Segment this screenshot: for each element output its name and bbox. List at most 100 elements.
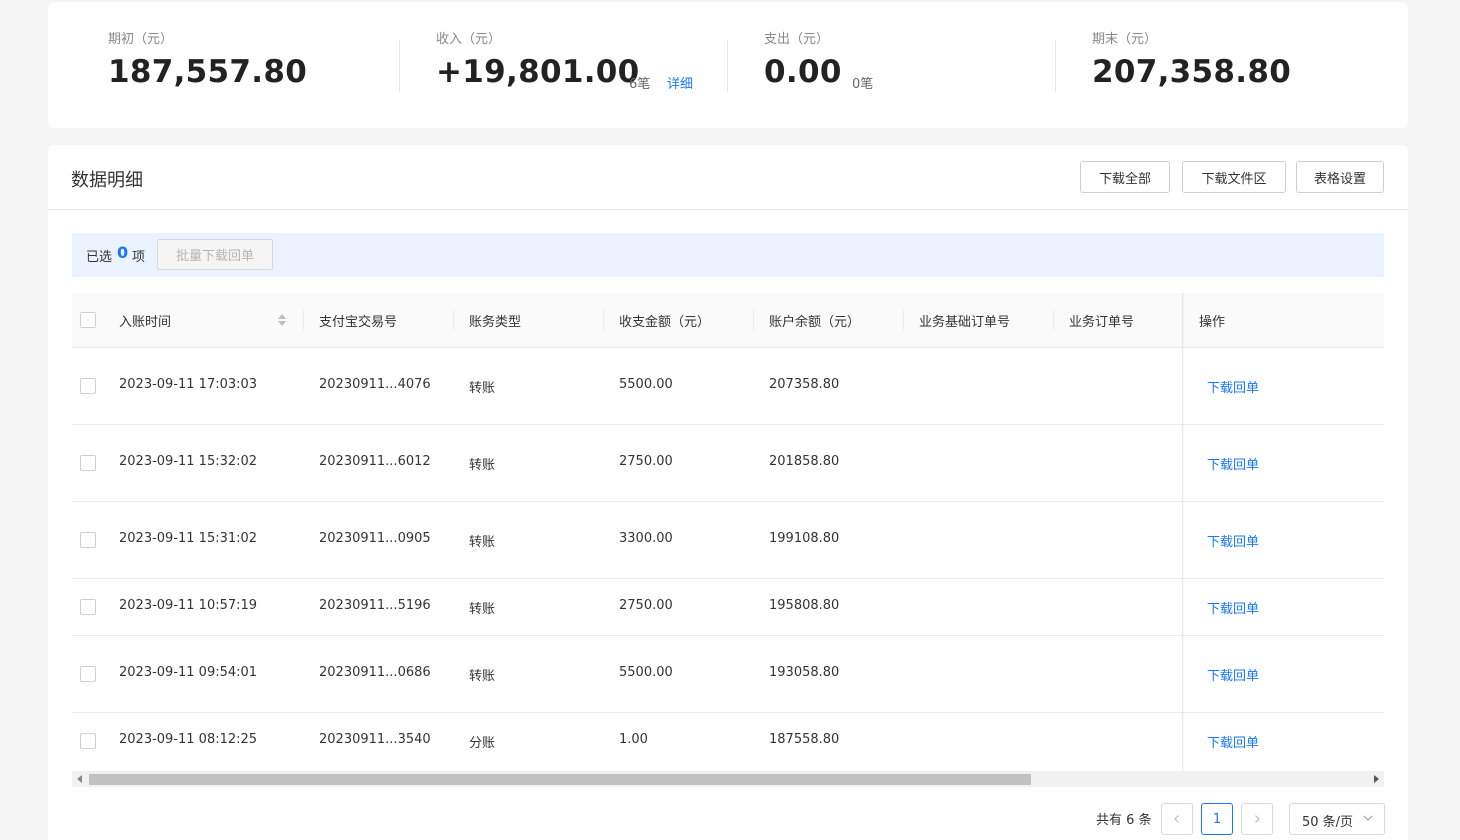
column-separator	[453, 309, 454, 331]
table-row: 2023-09-11 08:12:25 20230911...3540 分账 1…	[72, 713, 1384, 771]
column-header: 操作	[1199, 315, 1226, 330]
column-separator	[303, 309, 304, 331]
row-checkbox[interactable]	[80, 666, 96, 682]
divider	[1055, 40, 1056, 92]
download-receipt-link[interactable]: 下载回单	[1207, 598, 1259, 617]
cell-trade-no: 20230911...6012	[319, 454, 431, 469]
cell-trade-no: 20230911...3540	[319, 732, 431, 747]
cell-trade-no: 20230911...4076	[319, 377, 431, 392]
selection-count: 0	[117, 243, 129, 262]
closing-label: 期末（元）	[1092, 32, 1158, 47]
table-row: 2023-09-11 17:03:03 20230911...4076 转账 5…	[72, 348, 1384, 425]
cell-trade-no: 20230911...5196	[319, 598, 431, 613]
horizontal-scrollbar[interactable]	[72, 771, 1384, 787]
cell-time: 2023-09-11 10:57:19	[119, 598, 258, 613]
selection-prefix: 已选	[86, 250, 113, 265]
cell-time: 2023-09-11 17:03:03	[119, 377, 258, 392]
chevron-down-icon	[1363, 815, 1373, 821]
data-table: 入账时间 支付宝交易号 账务类型 收支金额（元） 账户余额（元） 业务基础订单号…	[72, 293, 1384, 787]
divider	[727, 40, 728, 92]
cell-trade-no: 20230911...0905	[319, 531, 431, 546]
cell-balance: 195808.80	[769, 598, 840, 613]
table-row: 2023-09-11 15:32:02 20230911...6012 转账 2…	[72, 425, 1384, 502]
cell-balance: 201858.80	[769, 454, 840, 469]
cell-balance: 207358.80	[769, 377, 840, 392]
column-separator	[603, 309, 604, 331]
income-value: +19,801.00	[436, 54, 640, 90]
expense-value: 0.00	[764, 54, 842, 90]
download-receipt-link[interactable]: 下载回单	[1207, 377, 1259, 396]
cell-type: 转账	[469, 535, 496, 550]
closing-value: 207,358.80	[1092, 54, 1292, 90]
batch-download-button[interactable]: 批量下载回单	[157, 239, 273, 270]
row-checkbox[interactable]	[80, 532, 96, 548]
cell-amount: 2750.00	[619, 454, 673, 469]
table-settings-button[interactable]: 表格设置	[1296, 161, 1384, 193]
download-all-button[interactable]: 下载全部	[1080, 161, 1170, 193]
selection-bar: 已选 0 项 批量下载回单	[72, 233, 1384, 277]
column-header: 收支金额（元）	[619, 315, 711, 330]
cell-trade-no: 20230911...0686	[319, 665, 431, 680]
cell-type: 转账	[469, 602, 496, 617]
expense-count: 0笔	[852, 77, 874, 92]
cell-time: 2023-09-11 15:31:02	[119, 531, 258, 546]
detail-card: 数据明细 下载全部 下载文件区 表格设置 已选 0 项 批量下载回单 入账时间 …	[48, 145, 1408, 840]
cell-amount: 5500.00	[619, 377, 673, 392]
table-row: 2023-09-11 09:54:01 20230911...0686 转账 5…	[72, 636, 1384, 713]
table-row: 2023-09-11 10:57:19 20230911...5196 转账 2…	[72, 579, 1384, 636]
column-header: 业务基础订单号	[919, 315, 1011, 330]
page-size-value: 50 条/页	[1302, 815, 1354, 830]
row-checkbox[interactable]	[80, 378, 96, 394]
download-files-button[interactable]: 下载文件区	[1182, 161, 1286, 193]
page-title: 数据明细	[71, 170, 143, 191]
sort-icon[interactable]	[277, 312, 287, 328]
scrollbar-thumb[interactable]	[89, 774, 1031, 785]
pagination-total: 共有 6 条	[1096, 813, 1152, 828]
column-header[interactable]: 入账时间	[119, 311, 171, 330]
download-receipt-link[interactable]: 下载回单	[1207, 454, 1259, 473]
download-receipt-link[interactable]: 下载回单	[1207, 531, 1259, 550]
row-checkbox[interactable]	[80, 599, 96, 615]
column-separator	[903, 309, 904, 331]
row-checkbox[interactable]	[80, 733, 96, 749]
column-header: 账户余额（元）	[769, 315, 861, 330]
next-page-button[interactable]	[1241, 803, 1273, 835]
cell-type: 转账	[469, 458, 496, 473]
column-separator	[753, 309, 754, 331]
cell-time: 2023-09-11 08:12:25	[119, 732, 258, 747]
table-row: 2023-09-11 15:31:02 20230911...0905 转账 3…	[72, 502, 1384, 579]
detail-header: 数据明细 下载全部 下载文件区 表格设置	[48, 145, 1408, 210]
download-receipt-link[interactable]: 下载回单	[1207, 732, 1259, 751]
scroll-right-icon[interactable]	[1374, 775, 1379, 783]
income-detail-link[interactable]: 详细	[667, 73, 693, 92]
divider	[399, 40, 400, 92]
prev-page-button[interactable]	[1161, 803, 1193, 835]
cell-balance: 199108.80	[769, 531, 840, 546]
scroll-left-icon[interactable]	[77, 775, 82, 783]
column-header: 支付宝交易号	[319, 315, 398, 330]
page-size-select[interactable]: 50 条/页	[1289, 803, 1385, 835]
cell-type: 转账	[469, 381, 496, 396]
cell-amount: 3300.00	[619, 531, 673, 546]
row-checkbox[interactable]	[80, 455, 96, 471]
expense-label: 支出（元）	[764, 32, 830, 47]
page-button-current[interactable]: 1	[1201, 803, 1233, 835]
select-all-checkbox[interactable]	[80, 312, 96, 328]
table-header: 入账时间 支付宝交易号 账务类型 收支金额（元） 账户余额（元） 业务基础订单号…	[72, 293, 1384, 348]
cell-type: 转账	[469, 669, 496, 684]
cell-time: 2023-09-11 15:32:02	[119, 454, 258, 469]
column-header: 账务类型	[469, 315, 522, 330]
cell-amount: 2750.00	[619, 598, 673, 613]
column-header: 业务订单号	[1069, 315, 1135, 330]
cell-amount: 5500.00	[619, 665, 673, 680]
selection-suffix: 项	[132, 250, 146, 265]
download-receipt-link[interactable]: 下载回单	[1207, 665, 1259, 684]
cell-amount: 1.00	[619, 732, 648, 747]
opening-label: 期初（元）	[108, 32, 174, 47]
chevron-left-icon	[1174, 815, 1179, 823]
column-separator	[1053, 309, 1054, 331]
cell-balance: 193058.80	[769, 665, 840, 680]
opening-value: 187,557.80	[108, 54, 308, 90]
income-label: 收入（元）	[436, 32, 502, 47]
cell-time: 2023-09-11 09:54:01	[119, 665, 258, 680]
